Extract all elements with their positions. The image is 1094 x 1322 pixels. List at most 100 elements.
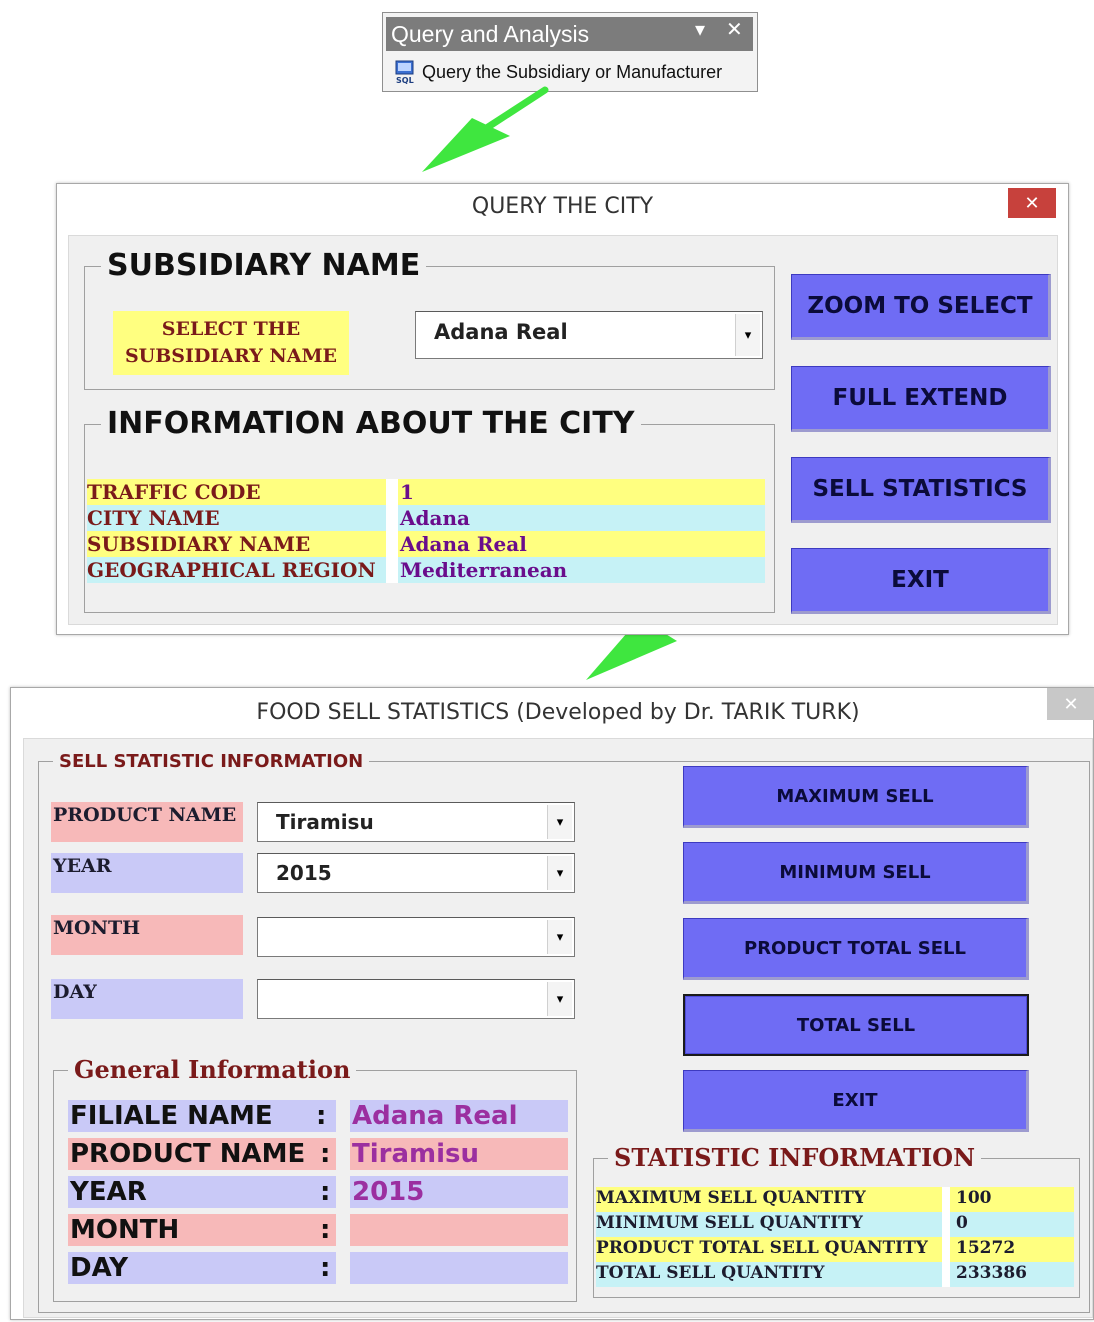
city-exit-button[interactable]: EXIT xyxy=(791,548,1051,614)
region-label: GEOGRAPHICAL REGION xyxy=(87,558,376,582)
chevron-down-icon[interactable]: ▾ xyxy=(547,982,572,1016)
zoom-to-select-button[interactable]: ZOOM TO SELECT xyxy=(791,274,1051,340)
city-info-legend: INFORMATION ABOUT THE CITY xyxy=(101,406,641,441)
product-name-label-box: PRODUCT NAME xyxy=(51,802,243,842)
min-sell-quantity-value: 0 xyxy=(956,1213,968,1233)
region-value: Mediterranean xyxy=(400,558,568,582)
info-row: GEOGRAPHICAL REGION Mediterranean xyxy=(87,557,765,583)
query-subsidiary-label: Query the Subsidiary or Manufacturer xyxy=(422,62,723,82)
window-title: QUERY THE CITY xyxy=(471,194,654,219)
city-info-groupbox: INFORMATION ABOUT THE CITY TRAFFIC CODE … xyxy=(84,406,775,613)
subsidiary-groupbox: SUBSIDIARY NAME SELECT THE SUBSIDIARY NA… xyxy=(84,248,775,390)
arrow-to-city-window-icon xyxy=(422,86,549,172)
statistic-information-legend: STATISTIC INFORMATION xyxy=(608,1143,982,1172)
day-label-box: DAY xyxy=(51,979,243,1019)
day-colon: : xyxy=(320,1253,331,1283)
general-day-label: DAY xyxy=(70,1253,129,1283)
subsidiary-combobox-value: Adana Real xyxy=(434,320,568,344)
info-row: SUBSIDIARY NAME Adana Real xyxy=(87,531,765,557)
month-label: MONTH xyxy=(53,917,141,939)
statistic-information-groupbox: STATISTIC INFORMATION MAXIMUM SELL QUANT… xyxy=(593,1143,1080,1298)
max-sell-quantity-value: 100 xyxy=(956,1188,992,1208)
info-row: CITY NAME Adana xyxy=(87,505,765,531)
product-label-box: PRODUCT NAME : xyxy=(68,1138,336,1170)
general-year-value: 2015 xyxy=(352,1177,425,1207)
select-subsidiary-text: SELECT THE SUBSIDIARY NAME xyxy=(124,318,338,367)
chevron-down-icon[interactable]: ▾ xyxy=(547,856,572,890)
sell-statistic-legend: SELL STATISTIC INFORMATION xyxy=(53,751,370,772)
select-subsidiary-label: SELECT THE SUBSIDIARY NAME xyxy=(113,311,349,375)
statistic-row: MAXIMUM SELL QUANTITY 100 xyxy=(596,1187,1074,1212)
filiale-value-box: Adana Real xyxy=(350,1100,568,1132)
query-analysis-title: Query and Analysis xyxy=(391,21,590,47)
traffic-code-label: TRAFFIC CODE xyxy=(87,480,261,504)
window-close-button[interactable]: ✕ xyxy=(1008,188,1056,218)
year-value-box: 2015 xyxy=(350,1176,568,1208)
year-label-box: YEAR xyxy=(51,853,243,893)
total-sell-button[interactable]: TOTAL SELL xyxy=(683,994,1029,1056)
day-label-box: DAY : xyxy=(68,1252,336,1284)
subsidiary-combobox[interactable]: Adana Real ▾ xyxy=(415,311,763,359)
window-client-area: SELL STATISTIC INFORMATION PRODUCT NAME … xyxy=(23,738,1093,1318)
product-total-sell-button[interactable]: PRODUCT TOTAL SELL xyxy=(683,918,1029,980)
day-combobox[interactable]: ▾ xyxy=(257,979,575,1019)
window-client-area: SUBSIDIARY NAME SELECT THE SUBSIDIARY NA… xyxy=(68,235,1058,625)
general-information-groupbox: General Information FILIALE NAME : Adana… xyxy=(53,1055,577,1302)
month-label-box: MONTH xyxy=(51,915,243,955)
city-name-label: CITY NAME xyxy=(87,506,220,530)
sell-statistics-button[interactable]: SELL STATISTICS xyxy=(791,457,1051,523)
filiale-name-value: Adana Real xyxy=(352,1101,518,1131)
food-sell-statistics-window: FOOD SELL STATISTICS (Developed by Dr. T… xyxy=(10,687,1094,1320)
total-sell-quantity-value: 233386 xyxy=(956,1263,1027,1283)
year-combobox[interactable]: 2015 ▾ xyxy=(257,853,575,893)
panel-close-icon[interactable]: ✕ xyxy=(726,13,743,47)
minimum-sell-button[interactable]: MINIMUM SELL xyxy=(683,842,1029,904)
statistic-row: PRODUCT TOTAL SELL QUANTITY 15272 xyxy=(596,1237,1074,1262)
query-subsidiary-menu-item[interactable]: SQL Query the Subsidiary or Manufacturer xyxy=(388,57,752,87)
product-combobox-value: Tiramisu xyxy=(276,810,374,834)
stats-exit-button[interactable]: EXIT xyxy=(683,1070,1029,1132)
svg-text:SQL: SQL xyxy=(396,76,414,84)
traffic-code-value: 1 xyxy=(400,480,414,504)
product-total-quantity-label: PRODUCT TOTAL SELL QUANTITY xyxy=(596,1238,928,1258)
query-city-window: QUERY THE CITY ✕ SUBSIDIARY NAME SELECT … xyxy=(56,183,1069,635)
maximum-sell-button[interactable]: MAXIMUM SELL xyxy=(683,766,1029,828)
month-colon: : xyxy=(320,1215,331,1245)
total-sell-quantity-label: TOTAL SELL QUANTITY xyxy=(596,1263,825,1283)
chevron-down-icon[interactable]: ▾ xyxy=(547,920,572,954)
general-year-label: YEAR xyxy=(70,1177,147,1207)
day-value-box xyxy=(350,1252,568,1284)
chevron-down-icon[interactable]: ▾ xyxy=(547,805,572,839)
year-label-box: YEAR : xyxy=(68,1176,336,1208)
chevron-down-icon[interactable]: ▾ xyxy=(735,314,760,356)
filiale-name-label: FILIALE NAME xyxy=(70,1101,273,1131)
general-product-value: Tiramisu xyxy=(352,1139,480,1169)
month-combobox[interactable]: ▾ xyxy=(257,917,575,957)
query-analysis-panel: Query and Analysis ▾ ✕ SQL Query the Sub… xyxy=(382,12,758,92)
statistic-row: MINIMUM SELL QUANTITY 0 xyxy=(596,1212,1074,1237)
product-value-box: Tiramisu xyxy=(350,1138,568,1170)
general-information-legend: General Information xyxy=(68,1055,357,1084)
full-extend-button[interactable]: FULL EXTEND xyxy=(791,366,1051,432)
product-combobox[interactable]: Tiramisu ▾ xyxy=(257,802,575,842)
general-month-label: MONTH xyxy=(70,1215,180,1245)
subsidiary-legend: SUBSIDIARY NAME xyxy=(101,248,427,283)
window-close-button[interactable]: ✕ xyxy=(1047,688,1094,720)
sql-icon: SQL xyxy=(395,60,414,84)
month-label-box: MONTH : xyxy=(68,1214,336,1246)
product-total-quantity-value: 15272 xyxy=(956,1238,1016,1258)
max-sell-quantity-label: MAXIMUM SELL QUANTITY xyxy=(596,1188,866,1208)
year-label: YEAR xyxy=(53,855,112,877)
window-title: FOOD SELL STATISTICS (Developed by Dr. T… xyxy=(256,700,860,725)
info-column-gap xyxy=(386,479,398,583)
month-value-box xyxy=(350,1214,568,1246)
min-sell-quantity-label: MINIMUM SELL QUANTITY xyxy=(596,1213,863,1233)
statistic-row: TOTAL SELL QUANTITY 233386 xyxy=(596,1262,1074,1287)
general-product-label: PRODUCT NAME xyxy=(70,1139,306,1169)
product-colon: : xyxy=(320,1139,331,1169)
sell-statistic-groupbox: SELL STATISTIC INFORMATION PRODUCT NAME … xyxy=(38,751,1090,1313)
panel-dropdown-icon[interactable]: ▾ xyxy=(695,13,705,47)
filiale-colon: : xyxy=(316,1101,327,1131)
info-row: TRAFFIC CODE 1 xyxy=(87,479,765,505)
day-label: DAY xyxy=(53,981,97,1003)
